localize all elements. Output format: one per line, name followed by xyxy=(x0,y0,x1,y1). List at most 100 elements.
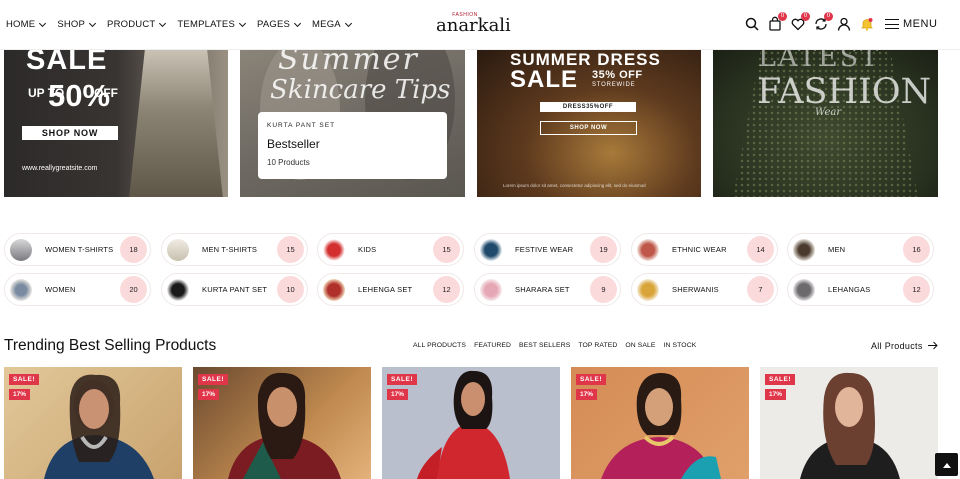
banner-line2: FASHION xyxy=(757,72,932,112)
category-thumbnail xyxy=(10,278,32,301)
tab-all-products[interactable]: ALL PRODUCTS xyxy=(413,342,466,349)
tab-top-rated[interactable]: TOP RATED xyxy=(578,342,617,349)
category-count: 12 xyxy=(903,276,930,303)
category-count: 16 xyxy=(903,236,930,263)
menu-button[interactable]: MENU xyxy=(885,18,937,30)
cart-button[interactable]: 0 xyxy=(767,12,787,32)
category-thumbnail xyxy=(480,238,502,261)
category-label: SHARARA SET xyxy=(515,285,570,294)
product-card[interactable]: SALE! 17% xyxy=(4,367,182,479)
category-thumbnail xyxy=(793,278,815,301)
category-count: 18 xyxy=(120,236,147,263)
header-icons: 0 0 0 MENU xyxy=(744,12,937,32)
category-women[interactable]: WOMEN 20 xyxy=(4,273,151,306)
promo-banner-sale[interactable]: SALE UP TO 50% OFF SHOP NOW www.reallygr… xyxy=(4,50,228,197)
product-card[interactable]: SALE! 17% xyxy=(571,367,749,479)
cart-count-badge: 0 xyxy=(778,12,787,21)
wishlist-button[interactable]: 0 xyxy=(790,12,810,32)
chevron-down-icon xyxy=(39,19,47,27)
shop-now-button[interactable]: SHOP NOW xyxy=(540,121,637,135)
arrow-right-icon[interactable] xyxy=(928,341,938,350)
category-count: 20 xyxy=(120,276,147,303)
banner-fine-print: Lorem ipsum dolor sit amet, consectetur … xyxy=(503,183,646,188)
category-women-t-shirts[interactable]: WOMEN T-SHIRTS 18 xyxy=(4,233,151,266)
nav-label: PAGES xyxy=(257,19,291,30)
category-men-t-shirts[interactable]: MEN T-SHIRTS 15 xyxy=(161,233,308,266)
category-label: ETHNIC WEAR xyxy=(672,245,727,254)
collection-card[interactable]: KURTA PANT SET Bestseller 10 Products xyxy=(258,112,447,179)
category-label: LEHENGA SET xyxy=(358,285,413,294)
nav-label: HOME xyxy=(6,19,36,30)
banner-script-subtitle: Skincare Tips xyxy=(270,75,451,105)
promo-banner-summer-dress[interactable]: SUMMER DRESS SALE 35% OFF STOREWIDE DRES… xyxy=(477,50,701,197)
category-lehangas[interactable]: LEHANGAS 12 xyxy=(787,273,934,306)
category-count: 7 xyxy=(747,276,774,303)
product-card[interactable]: SALE! 17% xyxy=(382,367,560,479)
all-products-link[interactable]: All Products xyxy=(871,341,923,351)
tab-in-stock[interactable]: IN STOCK xyxy=(664,342,697,349)
category-thumbnail xyxy=(480,278,502,301)
discount-badge: 17% xyxy=(9,389,31,400)
promo-banner-latest-fashion[interactable]: LATEST FASHION Wear xyxy=(713,50,938,197)
nav-shop[interactable]: SHOP xyxy=(57,19,97,30)
category-count: 10 xyxy=(277,276,304,303)
category-label: KURTA PANT SET xyxy=(202,285,268,294)
nav-home[interactable]: HOME xyxy=(6,19,47,30)
account-button[interactable] xyxy=(836,16,852,32)
sale-badge: SALE! xyxy=(387,374,417,385)
banner-line1: LATEST xyxy=(758,50,881,73)
card-title: Bestseller xyxy=(267,137,320,151)
nav-product[interactable]: PRODUCT xyxy=(107,19,167,30)
nav-pages[interactable]: PAGES xyxy=(257,19,302,30)
search-icon xyxy=(745,17,759,31)
shop-now-button[interactable]: SHOP NOW xyxy=(22,126,118,140)
discount-badge: 17% xyxy=(576,389,598,400)
category-label: SHERWANIS xyxy=(672,285,719,294)
category-ethnic-wear[interactable]: ETHNIC WEAR 14 xyxy=(631,233,778,266)
product-filter-tabs: ALL PRODUCTS FEATURED BEST SELLERS TOP R… xyxy=(413,342,704,349)
category-label: LEHANGAS xyxy=(828,285,871,294)
category-men[interactable]: MEN 16 xyxy=(787,233,934,266)
logo-name: anarkali xyxy=(436,15,511,36)
category-thumbnail xyxy=(637,238,659,261)
banner-storewide: STOREWIDE xyxy=(592,82,636,88)
category-count: 15 xyxy=(277,236,304,263)
search-button[interactable] xyxy=(744,16,760,32)
category-thumbnail xyxy=(323,238,345,261)
category-thumbnail xyxy=(167,238,189,261)
tab-on-sale[interactable]: ON SALE xyxy=(625,342,655,349)
category-kids[interactable]: KIDS 15 xyxy=(317,233,464,266)
tab-best-sellers[interactable]: BEST SELLERS xyxy=(519,342,570,349)
category-sherwanis[interactable]: SHERWANIS 7 xyxy=(631,273,778,306)
promo-banner-bestseller[interactable]: Summer Skincare Tips KURTA PANT SET Best… xyxy=(240,50,465,197)
category-count: 19 xyxy=(590,236,617,263)
banner-percent: 35% OFF xyxy=(592,69,643,81)
nav-mega[interactable]: MEGA xyxy=(312,19,352,30)
product-card[interactable]: SALE! 17% xyxy=(193,367,371,479)
sale-badge: SALE! xyxy=(198,374,228,385)
compare-button[interactable]: 0 xyxy=(813,12,833,32)
category-count: 9 xyxy=(590,276,617,303)
wishlist-count-badge: 0 xyxy=(801,12,810,21)
product-card[interactable]: SALE! 17% xyxy=(760,367,938,479)
category-label: KIDS xyxy=(358,245,377,254)
menu-label: MENU xyxy=(903,18,938,30)
category-thumbnail xyxy=(167,278,189,301)
main-nav: HOME SHOP PRODUCT TEMPLATES PAGES MEGA xyxy=(6,19,363,30)
nav-templates[interactable]: TEMPLATES xyxy=(177,19,247,30)
discount-badge: 17% xyxy=(765,389,787,400)
banner-line3: Wear xyxy=(815,107,842,118)
tab-featured[interactable]: FEATURED xyxy=(474,342,511,349)
chevron-down-icon xyxy=(159,19,167,27)
scroll-to-top-button[interactable] xyxy=(935,453,958,476)
site-logo[interactable]: FASHION anarkali xyxy=(436,12,511,36)
category-count: 15 xyxy=(433,236,460,263)
category-sharara-set[interactable]: SHARARA SET 9 xyxy=(474,273,621,306)
category-lehenga-set[interactable]: LEHENGA SET 12 xyxy=(317,273,464,306)
card-count: 10 Products xyxy=(267,158,310,167)
nav-label: TEMPLATES xyxy=(177,19,236,30)
category-festive-wear[interactable]: FESTIVE WEAR 19 xyxy=(474,233,621,266)
category-kurta-pant-set[interactable]: KURTA PANT SET 10 xyxy=(161,273,308,306)
notification-button[interactable] xyxy=(859,16,875,32)
section-title: Trending Best Selling Products xyxy=(4,337,217,354)
